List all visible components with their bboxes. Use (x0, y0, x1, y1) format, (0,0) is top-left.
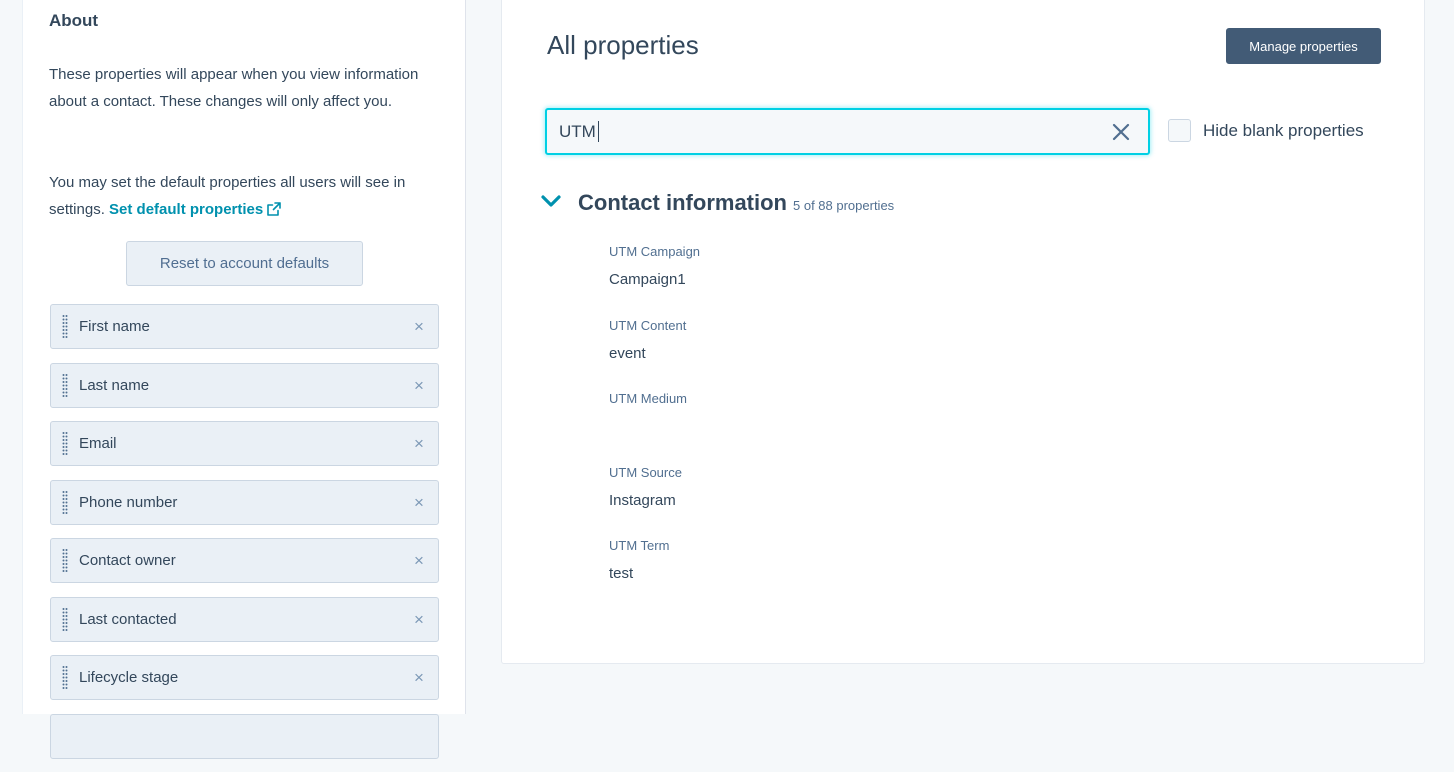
drag-handle-icon[interactable] (62, 490, 68, 516)
remove-icon[interactable]: × (412, 611, 426, 628)
drag-handle-icon[interactable] (62, 314, 68, 340)
drag-handle-icon[interactable] (62, 548, 68, 574)
field-label: UTM Content (609, 317, 687, 333)
about-description: These properties will appear when you vi… (49, 66, 419, 110)
property-item-label: Last contacted (79, 610, 177, 628)
section-title: Contact information (578, 190, 787, 215)
field-value[interactable]: test (609, 565, 700, 583)
property-field-utm-campaign[interactable]: UTM Campaign Campaign1 (609, 243, 700, 317)
property-item-contact-owner[interactable]: Contact owner × (50, 538, 439, 583)
property-item-partial[interactable] (50, 713, 439, 759)
page-title: All properties (547, 30, 699, 60)
property-item-phone-number[interactable]: Phone number × (50, 479, 439, 525)
property-item-label: Phone number (79, 493, 178, 511)
all-properties-card: All properties Manage properties Hide bl… (501, 0, 1425, 664)
selected-properties-list: First name × Last name × Email × Phone n… (50, 304, 439, 772)
property-item-label: Last name (79, 376, 150, 394)
hide-blank-toggle[interactable]: Hide blank properties (1168, 119, 1364, 142)
remove-icon[interactable]: × (412, 435, 426, 452)
about-panel: About These properties will appear when … (22, 0, 466, 759)
field-value[interactable]: Campaign1 (609, 271, 700, 289)
drag-handle-icon[interactable] (62, 431, 68, 457)
field-label: UTM Campaign (609, 244, 701, 259)
property-item-label: First name (79, 318, 150, 335)
set-default-properties-label: Set default properties (109, 201, 264, 218)
field-label: UTM Medium (609, 391, 688, 406)
text-caret (598, 121, 599, 142)
property-item-label: Contact owner (79, 552, 176, 569)
property-field-utm-source[interactable]: UTM Source Instagram (609, 464, 700, 538)
field-label: UTM Term (609, 538, 670, 553)
search-box[interactable] (545, 108, 1150, 155)
section-count: 5 of 88 properties (793, 198, 895, 213)
hide-blank-label: Hide blank properties (1203, 120, 1364, 140)
close-icon[interactable] (1112, 123, 1130, 141)
property-item-first-name[interactable]: First name × (50, 304, 439, 349)
field-value[interactable] (609, 418, 700, 436)
chevron-down-icon (541, 195, 561, 207)
field-value[interactable]: Instagram (609, 492, 700, 510)
manage-properties-button[interactable]: Manage properties (1226, 28, 1381, 64)
property-item-label: Email (79, 435, 117, 452)
remove-icon[interactable]: × (412, 552, 426, 569)
property-field-utm-term[interactable]: UTM Term test (609, 537, 700, 611)
about-default-note: You may set the default properties all u… (49, 169, 439, 223)
contact-information-toggle[interactable]: Contact information 5 of 88 properties (540, 190, 894, 216)
hide-blank-checkbox[interactable] (1168, 119, 1191, 142)
property-item-email[interactable]: Email × (50, 421, 439, 466)
external-link-icon (267, 202, 282, 216)
about-title: About (49, 11, 99, 30)
remove-icon[interactable]: × (412, 669, 426, 686)
property-item-label: Lifecycle stage (79, 669, 179, 686)
drag-handle-icon[interactable] (62, 607, 68, 633)
remove-icon[interactable]: × (412, 318, 426, 335)
field-label: UTM Source (609, 464, 682, 480)
property-item-last-name[interactable]: Last name × (50, 362, 439, 408)
reset-to-defaults-button[interactable]: Reset to account defaults (126, 241, 363, 286)
property-field-utm-content[interactable]: UTM Content event (609, 317, 700, 391)
drag-handle-icon[interactable] (62, 665, 68, 691)
set-default-properties-link[interactable]: Set default properties (109, 201, 282, 218)
remove-icon[interactable]: × (412, 377, 426, 394)
property-fields: UTM Campaign Campaign1 UTM Content event… (609, 243, 700, 611)
field-value[interactable]: event (609, 345, 700, 363)
remove-icon[interactable]: × (412, 494, 426, 511)
property-item-lifecycle-stage[interactable]: Lifecycle stage × (50, 655, 439, 700)
drag-handle-icon[interactable] (62, 373, 68, 399)
search-input[interactable] (559, 120, 1099, 144)
property-field-utm-medium[interactable]: UTM Medium (609, 390, 700, 464)
property-item-last-contacted[interactable]: Last contacted × (50, 596, 439, 642)
